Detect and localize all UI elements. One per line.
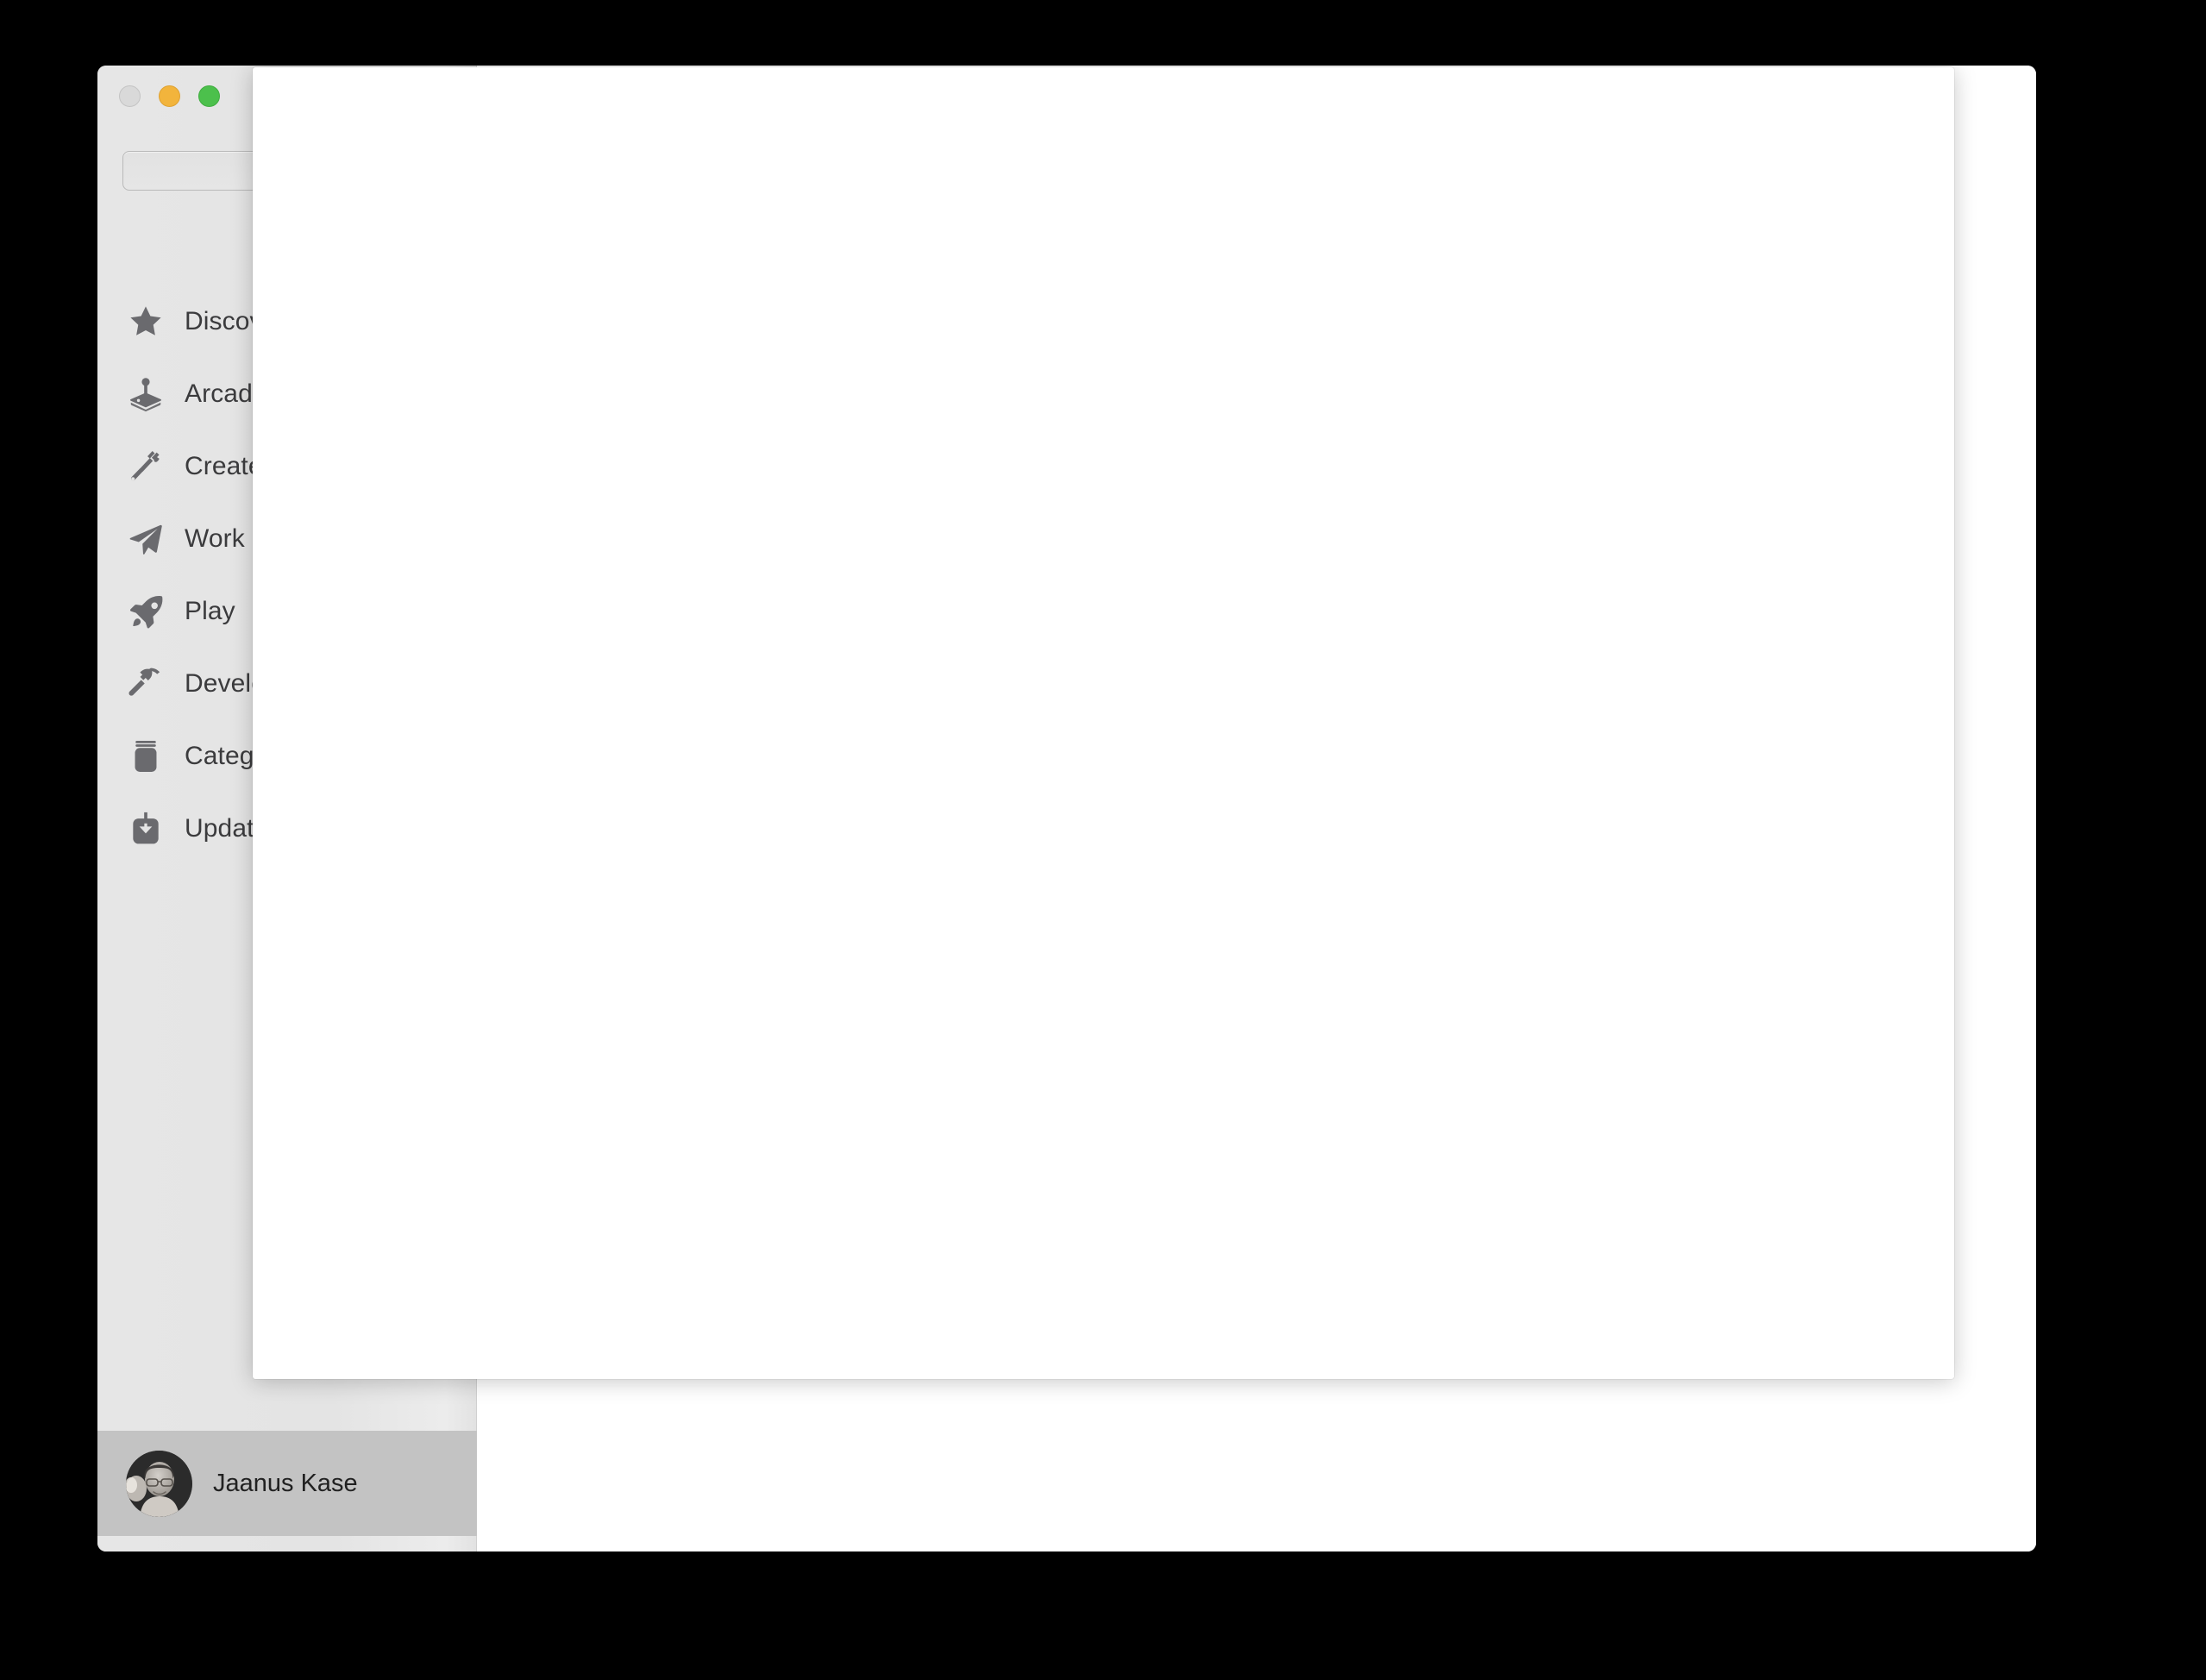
paper-plane-icon bbox=[126, 519, 166, 559]
hammer-icon bbox=[126, 664, 166, 704]
close-button[interactable] bbox=[119, 85, 141, 107]
rocket-icon bbox=[126, 592, 166, 631]
jar-icon bbox=[126, 737, 166, 776]
joystick-icon bbox=[126, 374, 166, 414]
account-row[interactable]: Jaanus Kase bbox=[97, 1431, 477, 1536]
minimize-button[interactable] bbox=[159, 85, 180, 107]
account-name: Jaanus Kase bbox=[213, 1469, 358, 1497]
star-icon bbox=[126, 302, 166, 342]
download-box-icon bbox=[126, 809, 166, 849]
screen: Discover Arcade Create Work Play Develop… bbox=[0, 0, 2206, 1680]
zoom-button[interactable] bbox=[198, 85, 220, 107]
sidebar-item-label: Work bbox=[185, 524, 245, 553]
avatar bbox=[126, 1450, 192, 1517]
sidebar-item-label: Create bbox=[185, 452, 263, 480]
blank-white-panel bbox=[253, 67, 1954, 1379]
sidebar-item-label: Play bbox=[185, 597, 235, 625]
paint-roller-icon bbox=[126, 447, 166, 486]
window-controls bbox=[119, 85, 220, 107]
